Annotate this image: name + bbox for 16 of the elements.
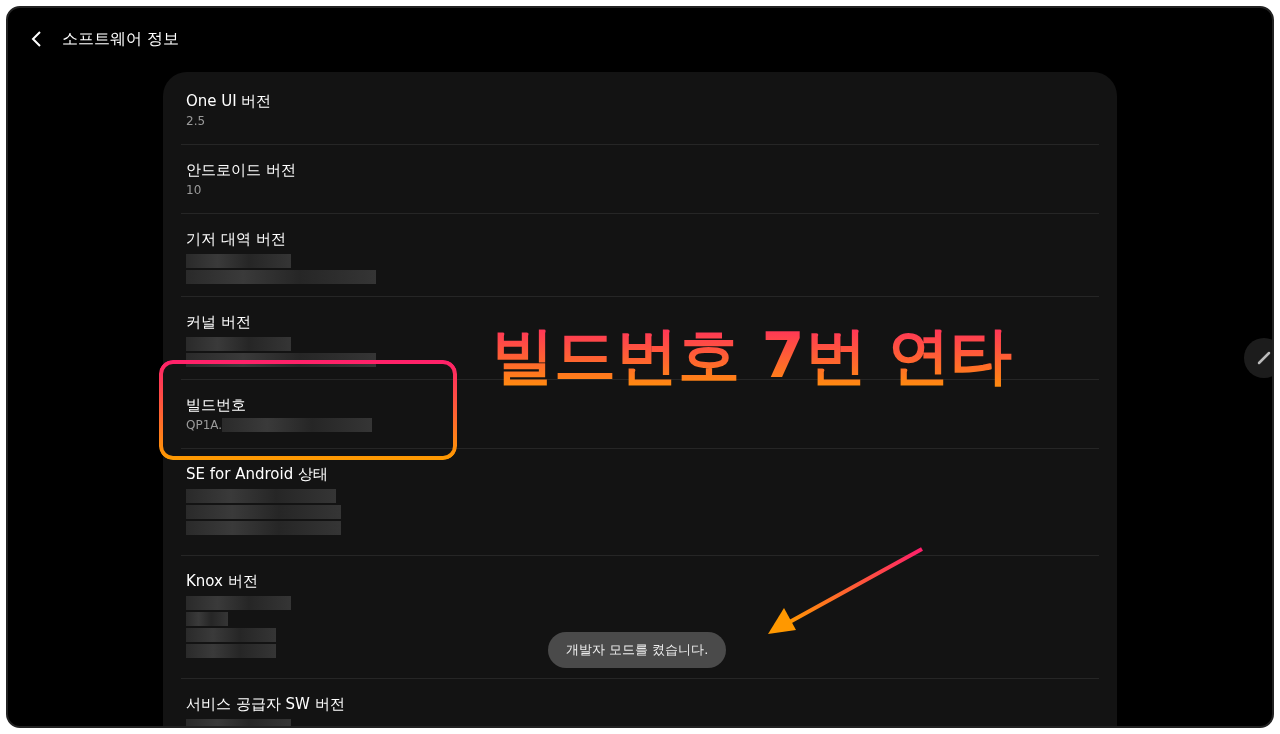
pen-icon [1256,350,1272,366]
row-title: Knox 버전 [186,571,259,592]
row-title: 커널 버전 [186,312,252,333]
pen-button[interactable] [1244,338,1272,378]
row-title: 서비스 공급자 SW 버전 [186,694,346,715]
row-title: 기저 대역 버전 [186,229,287,250]
toast-message: 개발자 모드를 켰습니다. [548,632,727,668]
row-title: One UI 버전 [186,91,273,112]
row-title: 빌드번호 [186,395,247,416]
row-value: QP1A. [186,417,223,434]
pixelated-text [186,612,228,626]
row-title: 안드로이드 버전 [186,160,297,181]
row-value: 2.5 [186,113,207,130]
screen-title: 소프트웨어 정보 [62,28,180,50]
row-value: 10 [186,182,203,199]
row-title: SE for Android 상태 [186,464,329,485]
